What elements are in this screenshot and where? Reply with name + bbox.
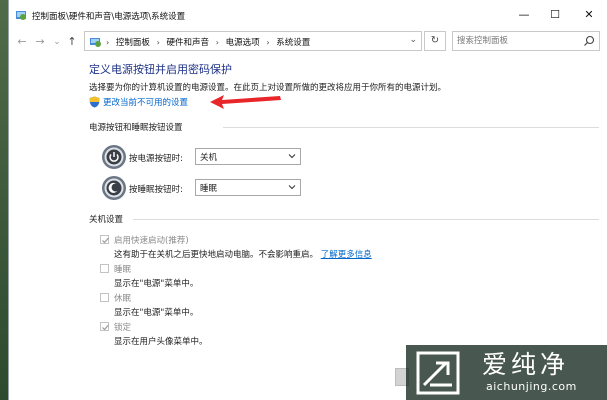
address-bar[interactable]: › 控制面板 › 硬件和声音 › 电源选项 › 系统设置 ⌄: [84, 31, 422, 51]
watermark-logo-icon: [416, 351, 460, 395]
recent-locations-icon[interactable]: ⌄: [50, 34, 64, 50]
power-button-row: 按电源按钮时: 关机: [101, 144, 361, 174]
control-panel-window: 控制面板\硬件和声音\电源选项\系统设置 — ☐ ✕ ← → ⌄ ↑ › 控制面…: [8, 0, 607, 400]
power-button-label: 按电源按钮时:: [129, 154, 183, 164]
fast-startup-option: 启用快速启动(推荐) 这有助于在关机之后更快地启动电脑。不会影响重启。 了解更多…: [100, 234, 520, 262]
fast-startup-desc-text: 这有助于在关机之后更快地启动电脑。不会影响重启。: [114, 250, 319, 260]
navigation-bar: ← → ⌄ ↑ › 控制面板 › 硬件和声音 › 电源选项 › 系统设置 ⌄ ↻: [9, 30, 607, 54]
chevron-down-icon: [288, 154, 296, 159]
fast-startup-label: 启用快速启动(推荐): [114, 236, 189, 246]
lock-description: 显示在用户头像菜单中。: [114, 337, 208, 347]
lock-label: 锁定: [114, 323, 132, 333]
close-button[interactable]: ✕: [579, 6, 599, 24]
desktop-background: [0, 0, 8, 400]
hibernate-option: 休眠 显示在"电源"菜单中。: [100, 292, 520, 320]
search-input[interactable]: [457, 34, 577, 48]
group-divider: [223, 127, 599, 128]
breadcrumb: › 控制面板 › 硬件和声音 › 电源选项 › 系统设置: [106, 36, 310, 48]
chevron-right-icon: ›: [156, 38, 160, 47]
hibernate-label: 休眠: [114, 294, 132, 304]
sleep-option: 睡眠 显示在"电源"菜单中。: [100, 263, 520, 291]
breadcrumb-hardware-sound[interactable]: 硬件和声音: [167, 38, 210, 48]
refresh-button[interactable]: ↻: [424, 31, 446, 51]
chevron-right-icon: ›: [215, 38, 219, 47]
fast-startup-description: 这有助于在关机之后更快地启动电脑。不会影响重启。 了解更多信息: [114, 248, 372, 260]
uac-shield-icon: [89, 96, 100, 108]
sleep-description: 显示在"电源"菜单中。: [114, 279, 199, 289]
power-button-icon: [102, 145, 126, 169]
breadcrumb-power-options[interactable]: 电源选项: [226, 38, 260, 48]
maximize-button[interactable]: ☐: [545, 6, 565, 24]
forward-arrow-icon[interactable]: →: [33, 34, 47, 50]
breadcrumb-system-settings[interactable]: 系统设置: [276, 38, 310, 48]
hibernate-description: 显示在"电源"菜单中。: [114, 308, 199, 318]
back-arrow-icon[interactable]: ←: [15, 34, 29, 50]
title-bar: 控制面板\硬件和声音\电源选项\系统设置 — ☐ ✕: [9, 0, 607, 30]
power-button-select[interactable]: 关机: [195, 148, 301, 165]
fast-startup-checkbox[interactable]: [100, 235, 109, 244]
group-divider: [133, 219, 599, 220]
checkmark-icon: [102, 324, 109, 331]
page-title: 定义电源按钮并启用密码保护: [89, 63, 232, 76]
minimize-button[interactable]: —: [514, 6, 534, 24]
control-panel-icon: [90, 38, 101, 47]
address-dropdown-icon[interactable]: ⌄: [409, 35, 417, 45]
watermark-url: aichunjing.com: [486, 380, 577, 393]
sleep-button-value: 睡眠: [200, 184, 218, 194]
change-link-label[interactable]: 更改当前不可用的设置: [103, 98, 188, 108]
red-arrow-annotation: [210, 95, 281, 109]
shutdown-settings-group-title: 关机设置: [89, 215, 124, 225]
change-unavailable-settings-link[interactable]: 更改当前不可用的设置: [89, 96, 188, 110]
checkmark-icon: [102, 237, 109, 244]
sleep-checkbox[interactable]: [100, 264, 109, 273]
sleep-label: 睡眠: [114, 265, 132, 275]
chevron-right-icon: ›: [266, 38, 270, 47]
watermark: 爱纯净 aichunjing.com: [406, 345, 607, 400]
search-icon[interactable]: [583, 35, 595, 47]
up-arrow-icon[interactable]: ↑: [65, 34, 79, 50]
power-button-value: 关机: [200, 153, 218, 163]
lock-checkbox[interactable]: [100, 322, 109, 331]
search-box[interactable]: [452, 31, 600, 51]
sleep-button-label: 按睡眠按钮时:: [129, 185, 183, 195]
power-buttons-group-title: 电源按钮和睡眠按钮设置: [89, 123, 183, 133]
sleep-button-select[interactable]: 睡眠: [195, 179, 301, 196]
window-title: 控制面板\硬件和声音\电源选项\系统设置: [32, 12, 186, 22]
sleep-button-row: 按睡眠按钮时: 睡眠: [101, 175, 361, 205]
breadcrumb-control-panel[interactable]: 控制面板: [116, 38, 150, 48]
chevron-down-icon: [288, 185, 296, 190]
hibernate-checkbox[interactable]: [100, 293, 109, 302]
sleep-button-icon: [102, 176, 126, 200]
learn-more-link[interactable]: 了解更多信息: [321, 250, 372, 260]
control-panel-icon: [16, 11, 26, 20]
watermark-brand: 爱纯净: [482, 350, 570, 379]
chevron-right-icon: ›: [106, 38, 110, 47]
